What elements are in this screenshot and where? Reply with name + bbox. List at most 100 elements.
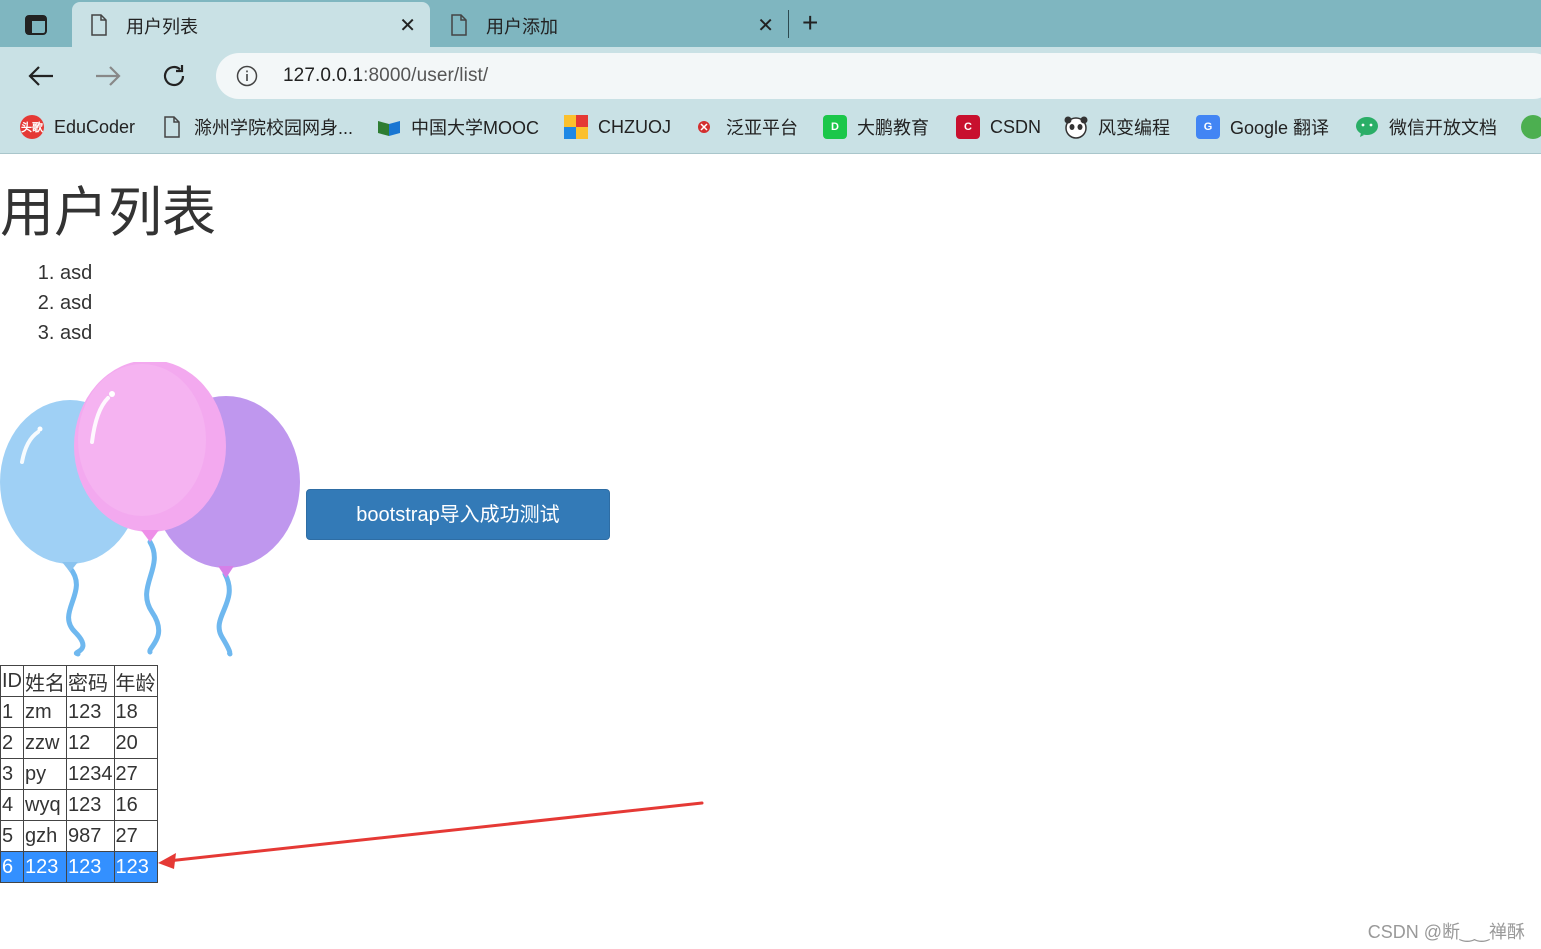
bookmark-label: 泛亚平台 [726, 118, 798, 138]
bookmark-fengbian[interactable]: 风变编程 [1064, 114, 1170, 140]
cell-name: zzw [23, 727, 67, 759]
back-arrow-icon [28, 66, 53, 86]
bookmark-chzuoj[interactable]: CHZUOJ [564, 114, 671, 140]
user-table: ID 姓名 密码 年龄 1 zm 123 18 2 zzw 12 20 3 py… [0, 665, 158, 883]
list-item: asd [60, 288, 92, 318]
mooc-icon [377, 115, 401, 139]
cell-age: 27 [113, 758, 158, 790]
address-bar[interactable]: 127.0.0.1:8000/user/list/ [216, 53, 1541, 99]
bookmark-csdn[interactable]: C CSDN [956, 114, 1041, 140]
bookmark-chzu-network[interactable]: 滁州学院校园网身... [160, 114, 353, 140]
url-path: :8000/user/list/ [363, 65, 489, 86]
cell-age: 18 [113, 696, 158, 728]
list-item: asd [60, 318, 92, 348]
page-icon [160, 115, 184, 139]
table-row: 3 py 1234 27 [0, 758, 158, 790]
cell-password: 12 [66, 727, 115, 759]
tab-title: 用户列表 [126, 17, 198, 37]
bookmark-mooc[interactable]: 中国大学MOOC [377, 114, 539, 140]
page-icon [451, 14, 467, 36]
tab-user-add[interactable]: 用户添加 ✕ [432, 2, 788, 47]
bookmark-educoder[interactable]: 头歌 EduCoder [20, 114, 135, 140]
fengbian-icon [1064, 115, 1088, 139]
table-row: 1 zm 123 18 [0, 696, 158, 728]
table-header-row: ID 姓名 密码 年龄 [0, 665, 158, 697]
annotation-arrow [158, 801, 704, 869]
tab-separator [788, 10, 789, 38]
chzuoj-icon [564, 115, 588, 139]
dapeng-icon: D [823, 115, 847, 139]
bookmark-label: 滁州学院校园网身... [194, 118, 354, 138]
header-cell-id: ID [0, 665, 24, 697]
page-title: 用户列表 [0, 183, 216, 243]
forward-button[interactable] [93, 61, 123, 91]
browser-toolbar: 127.0.0.1:8000/user/list/ [0, 47, 1541, 104]
tab-strip: 用户列表 ✕ 用户添加 ✕ + [0, 0, 1541, 47]
bookmarks-bar: 头歌 EduCoder 滁州学院校园网身... 中国大学MOOC CHZUOJ … [0, 104, 1541, 154]
tab-user-list[interactable]: 用户列表 ✕ [72, 2, 430, 47]
reload-icon [163, 65, 185, 87]
item-list: asd asd asd [0, 258, 92, 348]
bootstrap-test-button[interactable]: bootstrap导入成功测试 [306, 489, 610, 540]
bookmark-label: 中国大学MOOC [411, 118, 539, 138]
cell-password: 123 [66, 696, 115, 728]
cell-id: 4 [0, 789, 24, 821]
bookmark-fanya[interactable]: 泛亚平台 [692, 114, 798, 140]
table-row: 5 gzh 987 27 [0, 820, 158, 852]
table-row: 4 wyq 123 16 [0, 789, 158, 821]
fanya-icon [692, 115, 716, 139]
bookmark-wechat-docs[interactable]: 微信开放文档 [1355, 114, 1497, 140]
cell-name: zm [23, 696, 67, 728]
cell-id: 5 [0, 820, 24, 852]
reload-button[interactable] [159, 61, 189, 91]
watermark: CSDN @断‿‿禅酥 [1367, 922, 1525, 942]
csdn-icon: C [956, 115, 980, 139]
cell-id: 3 [0, 758, 24, 790]
bookmark-label: EduCoder [54, 116, 136, 137]
cell-password: 123 [66, 851, 115, 883]
back-button[interactable] [26, 61, 56, 91]
new-tab-button[interactable]: + [802, 8, 818, 38]
educoder-icon: 头歌 [20, 115, 44, 139]
bookmark-label: 微信开放文档 [1389, 118, 1497, 138]
close-icon[interactable]: ✕ [399, 13, 416, 38]
cell-name: wyq [23, 789, 67, 821]
table-row: 2 zzw 12 20 [0, 727, 158, 759]
bookmark-overflow[interactable] [1521, 114, 1541, 140]
tab-title: 用户添加 [486, 17, 558, 37]
cell-name: py [23, 758, 67, 790]
bookmark-label: CHZUOJ [598, 116, 671, 137]
cell-age: 20 [113, 727, 158, 759]
table-row-selected: 6 123 123 123 [0, 851, 158, 883]
cell-id: 1 [0, 696, 24, 728]
close-icon[interactable]: ✕ [757, 13, 774, 38]
bookmark-dapeng[interactable]: D 大鹏教育 [823, 114, 929, 140]
list-item: asd [60, 258, 92, 288]
forward-arrow-icon [96, 66, 121, 86]
info-icon[interactable] [236, 65, 258, 87]
cell-password: 123 [66, 789, 115, 821]
url-text[interactable]: 127.0.0.1:8000/user/list/ [283, 65, 488, 87]
google-translate-icon: G [1196, 115, 1220, 139]
window-icon [25, 15, 47, 35]
balloons-image [0, 362, 300, 657]
bookmark-label: 风变编程 [1098, 118, 1170, 138]
cell-password: 1234 [66, 758, 115, 790]
cell-name: 123 [23, 851, 67, 883]
leaf-icon [1521, 115, 1541, 139]
page-icon [91, 14, 107, 36]
window-menu-button[interactable] [18, 12, 54, 38]
header-cell-age: 年龄 [113, 665, 158, 697]
cell-id: 6 [0, 851, 24, 883]
header-cell-password: 密码 [66, 665, 115, 697]
bookmark-label: Google 翻译 [1230, 118, 1330, 138]
wechat-icon [1355, 115, 1379, 139]
cell-id: 2 [0, 727, 24, 759]
bookmark-label: 大鹏教育 [857, 118, 929, 138]
header-cell-name: 姓名 [23, 665, 67, 697]
bookmark-label: CSDN [990, 116, 1042, 137]
cell-password: 987 [66, 820, 115, 852]
url-host: 127.0.0.1 [283, 65, 364, 86]
cell-name: gzh [23, 820, 67, 852]
bookmark-google-translate[interactable]: G Google 翻译 [1196, 114, 1329, 140]
